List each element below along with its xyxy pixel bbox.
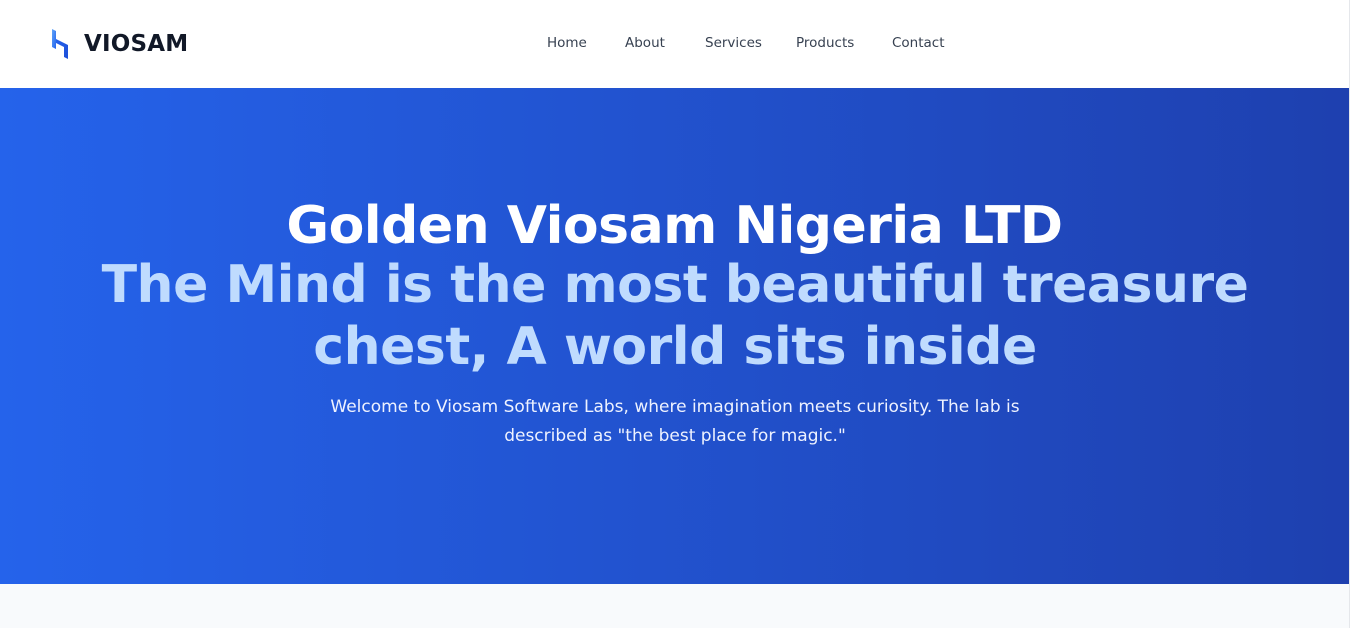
nav-home-link[interactable]: Home [547, 35, 587, 51]
hero-description: Welcome to Viosam Software Labs, where i… [330, 397, 1020, 446]
main-nav: Home About Services Products Contact [0, 35, 1349, 55]
nav-products-link[interactable]: Products [796, 35, 854, 51]
next-section [0, 584, 1349, 628]
nav-services-link[interactable]: Services [705, 35, 762, 51]
hero-section: Golden Viosam Nigeria LTD The Mind is th… [0, 88, 1349, 584]
nav-contact-link[interactable]: Contact [892, 35, 945, 51]
hero-tagline: The Mind is the most beautiful treasure … [101, 255, 1249, 377]
site-header: VIOSAM Home About Services Products Cont… [0, 0, 1349, 88]
nav-about-link[interactable]: About [625, 35, 665, 51]
hero-title: Golden Viosam Nigeria LTD [286, 196, 1063, 256]
